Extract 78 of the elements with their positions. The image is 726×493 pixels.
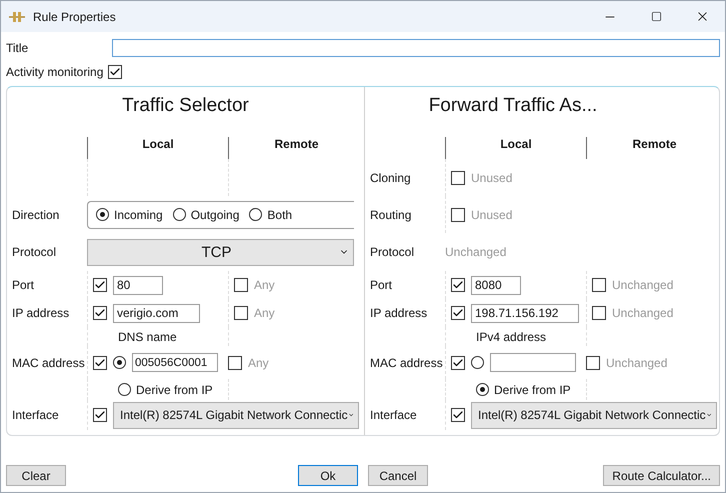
radio-button[interactable]	[471, 356, 484, 369]
checkbox[interactable]	[93, 278, 107, 292]
checkbox[interactable]	[451, 306, 465, 320]
option-label: Any	[254, 306, 275, 320]
checkbox[interactable]	[592, 306, 606, 320]
option-label: Unchanged	[606, 356, 668, 370]
field-label: Interface	[12, 408, 59, 422]
checkbox[interactable]	[451, 408, 465, 422]
field-caption: IPv4 address	[476, 330, 546, 344]
field-label: IP address	[370, 306, 428, 320]
radio-button[interactable]	[96, 208, 109, 221]
text-field[interactable]: 8080	[471, 276, 521, 294]
checkbox[interactable]	[451, 170, 465, 184]
mac-field[interactable]	[490, 353, 576, 372]
option-label: Any	[248, 356, 269, 370]
mac-field[interactable]: 005056C0001	[132, 353, 218, 372]
column-header: Local	[445, 137, 586, 159]
checkbox[interactable]	[228, 356, 242, 370]
radio-label[interactable]: Derive from IP	[136, 382, 213, 396]
checkbox[interactable]	[451, 278, 465, 292]
value-text: Unchanged	[445, 245, 506, 259]
radio-button[interactable]	[118, 383, 131, 396]
field-label: Port	[370, 278, 392, 292]
checkbox[interactable]	[451, 356, 465, 370]
checkbox[interactable]	[234, 306, 248, 320]
field-label: MAC address	[12, 356, 85, 370]
text-field[interactable]: 198.71.156.192	[471, 304, 579, 322]
radio-button[interactable]	[476, 383, 489, 396]
app-icon	[9, 10, 25, 22]
field-label: Protocol	[370, 245, 414, 259]
interface-dropdown[interactable]: Intel(R) 82574L Gigabit Network Connectic	[113, 402, 359, 428]
checkbox[interactable]	[592, 278, 606, 292]
field-label: Interface	[370, 408, 417, 422]
section-title: Forward Traffic As...	[428, 94, 598, 118]
checkbox[interactable]	[93, 356, 107, 370]
section-title: Traffic Selector	[121, 94, 250, 118]
checkbox[interactable]	[451, 208, 465, 222]
field-label: Cloning	[370, 170, 411, 184]
radio-button[interactable]	[172, 208, 186, 221]
route-calculator-button[interactable]: Route Calculator...	[603, 465, 720, 486]
option-label: Unchanged	[612, 278, 674, 292]
checkbox[interactable]	[108, 65, 122, 79]
interface-dropdown[interactable]: Intel(R) 82574L Gigabit Network Connectic	[471, 402, 717, 428]
option-label: Unused	[471, 208, 512, 222]
dialog-button[interactable]: Ok	[298, 465, 358, 486]
field-label: Routing	[370, 208, 412, 222]
radio-button[interactable]	[249, 208, 262, 221]
option-label: Unused	[471, 170, 512, 184]
text-field[interactable]: 80	[113, 276, 163, 294]
checkbox[interactable]	[93, 408, 107, 422]
field-label: Activity monitoring	[6, 65, 104, 79]
text-field[interactable]: verigio.com	[113, 304, 200, 322]
protocol-dropdown[interactable]: TCP	[87, 238, 354, 266]
radio-label[interactable]: Incoming	[114, 208, 163, 222]
field-label: Title	[6, 41, 28, 55]
title-field[interactable]	[112, 39, 720, 57]
radio-label[interactable]: Derive from IP	[494, 382, 571, 396]
option-label: Unchanged	[612, 306, 674, 320]
radio-label[interactable]: Outgoing	[190, 208, 240, 222]
checkbox[interactable]	[234, 278, 248, 292]
radio-label[interactable]: Both	[267, 208, 292, 222]
checkbox[interactable]	[93, 306, 107, 320]
window-title: Rule Properties	[33, 10, 117, 24]
clear-button[interactable]: Clear	[6, 465, 66, 486]
field-label: Port	[12, 278, 34, 292]
column-header: Remote	[228, 137, 364, 159]
radio-button[interactable]	[113, 356, 126, 369]
checkbox[interactable]	[586, 356, 600, 370]
option-label: Any	[254, 278, 275, 292]
field-label: Direction	[12, 208, 60, 222]
field-label: Protocol	[12, 245, 56, 259]
field-caption: DNS name	[118, 330, 177, 344]
field-label: MAC address	[370, 356, 443, 370]
field-label: IP address	[12, 306, 70, 320]
maximize-icon[interactable]	[650, 11, 662, 22]
column-header: Local	[87, 137, 228, 159]
column-header: Remote	[586, 137, 722, 159]
dialog-button[interactable]: Cancel	[368, 465, 428, 486]
